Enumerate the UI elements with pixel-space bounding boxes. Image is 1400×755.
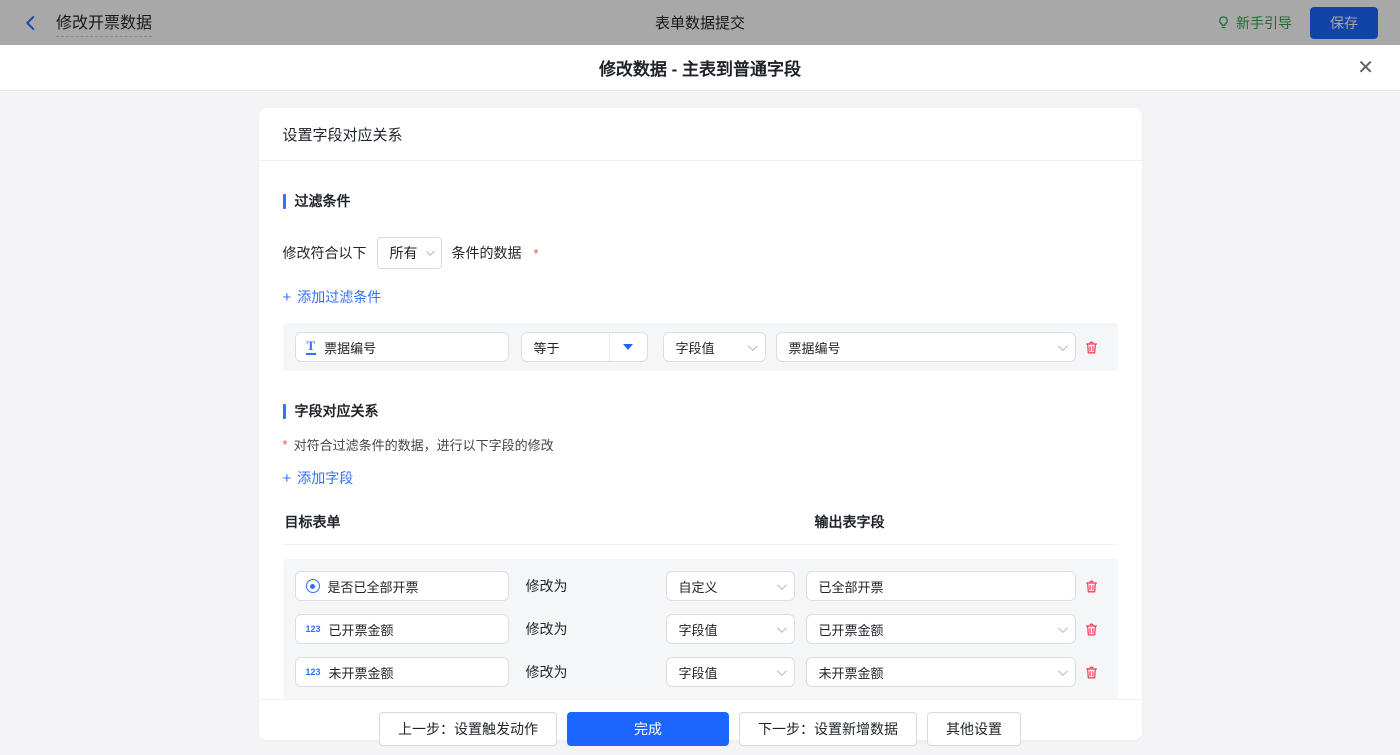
number-field-type-icon: 123 — [306, 624, 321, 634]
modify-to-label: 修改为 — [526, 662, 568, 682]
add-field-link[interactable]: + 添加字段 — [283, 468, 354, 488]
delete-mapping-button[interactable] — [1083, 621, 1100, 638]
mapping-description-text: 对符合过滤条件的数据，进行以下字段的修改 — [294, 435, 554, 454]
output-field-value: 未开票金额 — [819, 663, 884, 682]
modal-body: 设置字段对应关系 过滤条件 修改符合以下 所有 条件的数据 * + 添加过滤条件 — [0, 91, 1400, 755]
section-bar-icon — [283, 194, 286, 209]
target-field-value: 已开票金额 — [329, 620, 394, 639]
card-footer: 上一步：设置触发动作 完成 下一步：设置新增数据 其他设置 — [259, 699, 1142, 746]
output-field-column-header: 输出表字段 — [815, 512, 885, 532]
mapping-description: * 对符合过滤条件的数据，进行以下字段的修改 — [283, 435, 1118, 454]
filter-value-select[interactable]: 票据编号 — [776, 332, 1076, 362]
value-type-select[interactable]: 自定义 — [666, 571, 795, 601]
plus-icon: + — [283, 470, 292, 487]
text-field-type-icon: T — [306, 339, 317, 355]
custom-value-input[interactable] — [806, 571, 1076, 601]
close-icon[interactable]: ✕ — [1357, 58, 1374, 78]
target-field-value: 未开票金额 — [329, 663, 394, 682]
card-header-title: 设置字段对应关系 — [259, 108, 1142, 161]
filter-field-select[interactable]: T 票据编号 — [295, 332, 509, 362]
mapping-table-header: 目标表单 输出表字段 — [283, 512, 1118, 545]
delete-mapping-button[interactable] — [1083, 578, 1100, 595]
other-settings-button[interactable]: 其他设置 — [927, 712, 1021, 746]
match-condition-row: 修改符合以下 所有 条件的数据 * — [283, 237, 1118, 269]
chevron-down-icon — [1057, 623, 1067, 633]
value-type-select[interactable]: 字段值 — [666, 657, 795, 687]
output-field-value: 已开票金额 — [819, 620, 884, 639]
match-mode-value: 所有 — [390, 243, 418, 263]
settings-card: 设置字段对应关系 过滤条件 修改符合以下 所有 条件的数据 * + 添加过滤条件 — [259, 108, 1142, 740]
filter-conditions-box: T 票据编号 等于 字段值 票据编号 — [283, 323, 1118, 371]
lightbulb-icon — [1216, 15, 1231, 30]
required-asterisk: * — [534, 246, 539, 261]
filter-operator-select[interactable]: 等于 — [521, 332, 648, 362]
trash-icon — [1083, 621, 1100, 638]
beginner-guide-button[interactable]: 新手引导 — [1216, 13, 1292, 33]
delete-filter-button[interactable] — [1083, 339, 1100, 356]
delete-mapping-button[interactable] — [1083, 664, 1100, 681]
chevron-down-icon — [776, 666, 786, 676]
required-asterisk: * — [283, 437, 288, 452]
add-field-label: 添加字段 — [297, 468, 353, 488]
trash-icon — [1083, 339, 1100, 356]
target-field-select[interactable]: 是否已全部开票 — [295, 571, 509, 601]
mapping-section-title: 字段对应关系 — [283, 401, 1118, 421]
plus-icon: + — [283, 289, 292, 306]
match-mode-select[interactable]: 所有 — [377, 237, 442, 269]
chevron-down-icon — [1057, 666, 1067, 676]
operator-dropdown-zone[interactable] — [609, 333, 647, 361]
chevron-down-icon — [776, 623, 786, 633]
match-prefix-label: 修改符合以下 — [283, 243, 367, 263]
target-field-select[interactable]: 123 未开票金额 — [295, 657, 509, 687]
prev-step-button[interactable]: 上一步：设置触发动作 — [379, 712, 557, 746]
value-type-select[interactable]: 字段值 — [666, 614, 795, 644]
trash-icon — [1083, 664, 1100, 681]
guide-label: 新手引导 — [1236, 13, 1292, 33]
chevron-down-icon — [747, 341, 757, 351]
chevron-down-icon — [426, 247, 434, 255]
page-title: 表单数据提交 — [0, 12, 1400, 33]
add-filter-condition-label: 添加过滤条件 — [297, 287, 381, 307]
output-field-select[interactable]: 未开票金额 — [806, 657, 1076, 687]
value-type: 字段值 — [679, 620, 718, 639]
target-form-column-header: 目标表单 — [285, 512, 815, 532]
modal-title: 修改数据 - 主表到普通字段 — [599, 55, 801, 80]
filter-section-title: 过滤条件 — [283, 191, 1118, 211]
output-field-select[interactable]: 已开票金额 — [806, 614, 1076, 644]
trash-icon — [1083, 578, 1100, 595]
mapping-row: 是否已全部开票 修改为 自定义 — [295, 571, 1106, 601]
target-field-value: 是否已全部开票 — [328, 577, 419, 596]
modify-to-label: 修改为 — [526, 619, 568, 639]
done-button[interactable]: 完成 — [567, 712, 729, 746]
filter-operator-value: 等于 — [522, 338, 609, 357]
filter-value: 票据编号 — [789, 338, 841, 357]
value-type: 字段值 — [679, 663, 718, 682]
card-content: 过滤条件 修改符合以下 所有 条件的数据 * + 添加过滤条件 T — [259, 161, 1142, 699]
filter-value-type: 字段值 — [676, 338, 715, 357]
chevron-down-icon — [1057, 341, 1067, 351]
modify-to-label: 修改为 — [526, 576, 568, 596]
filter-section-label: 过滤条件 — [295, 191, 351, 211]
mapping-section-label: 字段对应关系 — [295, 401, 379, 421]
target-field-select[interactable]: 123 已开票金额 — [295, 614, 509, 644]
filter-field-value: 票据编号 — [324, 338, 376, 357]
modal-header: 修改数据 - 主表到普通字段 ✕ — [0, 45, 1400, 91]
triangle-down-icon — [623, 344, 633, 350]
mapping-row: 123 已开票金额 修改为 字段值 已开票金额 — [295, 614, 1106, 644]
save-button[interactable]: 保存 — [1310, 7, 1378, 39]
number-field-type-icon: 123 — [306, 667, 321, 677]
next-step-button[interactable]: 下一步：设置新增数据 — [739, 712, 917, 746]
add-filter-condition-link[interactable]: + 添加过滤条件 — [283, 287, 382, 307]
value-type: 自定义 — [679, 577, 718, 596]
chevron-down-icon — [776, 580, 786, 590]
top-app-bar: 修改开票数据 表单数据提交 新手引导 保存 — [0, 0, 1400, 45]
section-bar-icon — [283, 404, 286, 419]
match-suffix-label: 条件的数据 — [452, 243, 522, 263]
radio-field-type-icon — [306, 579, 320, 593]
mapping-row: 123 未开票金额 修改为 字段值 未开票金额 — [295, 657, 1106, 687]
filter-condition-row: T 票据编号 等于 字段值 票据编号 — [295, 332, 1106, 362]
field-mapping-box: 是否已全部开票 修改为 自定义 — [283, 559, 1118, 699]
filter-value-type-select[interactable]: 字段值 — [663, 332, 766, 362]
